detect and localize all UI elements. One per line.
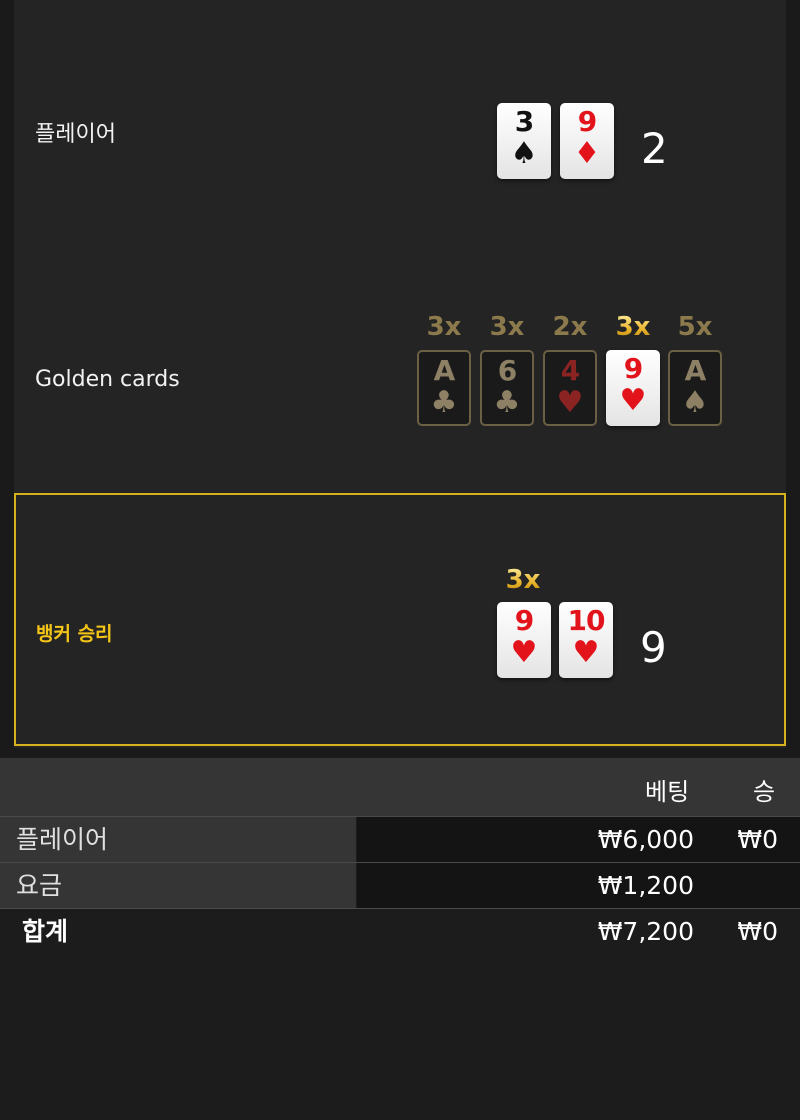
banker-card-1: 9 ♥: [497, 602, 551, 678]
golden-card-5-rank: A: [684, 354, 707, 387]
total-bet: ₩7,200: [597, 917, 694, 946]
golden-card-4: 9 ♥: [606, 350, 660, 426]
spade-icon: ♠: [510, 136, 538, 171]
banker-multiplier: 3x: [496, 565, 550, 595]
row-fill: [357, 863, 800, 908]
golden-card-2: 6 ♣: [480, 350, 534, 426]
total-label: 합계: [22, 917, 69, 946]
golden-cards-row: Golden cards 3x A ♣ 3x 6 ♣ 2x 4 ♥ 3x 9 ♥…: [14, 260, 786, 492]
player-card-2-rank: 9: [577, 105, 598, 138]
banker-row: 뱅커 승리 3x 9 ♥ 10 ♥ 9: [14, 493, 786, 746]
row-fee-bet: ₩1,200: [597, 871, 694, 900]
club-icon: ♣: [430, 385, 458, 420]
row-label-player: 플레이어: [0, 817, 356, 862]
golden-card-3-multiplier: 2x: [552, 312, 588, 342]
player-card-1: 3 ♠: [497, 103, 551, 179]
total-win: ₩0: [737, 917, 778, 946]
banker-score: 9: [640, 623, 667, 672]
golden-card-1: A ♣: [417, 350, 471, 426]
result-panel: 플레이어 3 ♠ 9 ♦ 2 Golden cards 3x A ♣ 3x 6 …: [0, 0, 800, 758]
row-fill: [357, 817, 800, 862]
table-row: 요금 ₩1,200: [0, 863, 800, 909]
heart-icon: ♥: [556, 385, 584, 420]
golden-card-2-rank: 6: [497, 354, 518, 387]
player-label: 플레이어: [35, 122, 116, 147]
golden-card-4-rank: 9: [623, 352, 644, 385]
banker-card-1-rank: 9: [514, 604, 535, 637]
table-row: 플레이어 ₩6,000 ₩0: [0, 817, 800, 863]
diamond-icon: ♦: [573, 136, 601, 171]
heart-icon: ♥: [619, 383, 647, 418]
heart-icon: ♥: [572, 635, 600, 670]
heart-icon: ♥: [510, 635, 538, 670]
banker-card-2-rank: 10: [567, 604, 606, 637]
golden-card-3: 4 ♥: [543, 350, 597, 426]
golden-card-5-multiplier: 5x: [677, 312, 713, 342]
player-card-2: 9 ♦: [560, 103, 614, 179]
player-row: 플레이어 3 ♠ 9 ♦ 2: [14, 0, 786, 260]
banker-win-label: 뱅커 승리: [36, 623, 113, 645]
golden-card-3-rank: 4: [560, 354, 581, 387]
golden-card-2-multiplier: 3x: [489, 312, 525, 342]
spade-icon: ♠: [681, 385, 709, 420]
table-header: 베팅 승: [0, 758, 800, 816]
row-label-fee: 요금: [0, 863, 356, 908]
header-bet: 베팅: [645, 778, 690, 806]
row-player-win: ₩0: [737, 825, 778, 854]
banker-card-2: 10 ♥: [559, 602, 613, 678]
row-player-bet: ₩6,000: [597, 825, 694, 854]
golden-card-5: A ♠: [668, 350, 722, 426]
golden-card-4-multiplier: 3x: [606, 312, 660, 342]
header-win: 승: [753, 778, 776, 806]
player-score: 2: [641, 124, 668, 173]
golden-card-1-multiplier: 3x: [426, 312, 462, 342]
golden-cards-label: Golden cards: [35, 367, 180, 392]
club-icon: ♣: [493, 385, 521, 420]
golden-card-1-rank: A: [433, 354, 456, 387]
table-total-row: 합계 ₩7,200 ₩0: [0, 909, 800, 955]
player-card-1-rank: 3: [514, 105, 535, 138]
